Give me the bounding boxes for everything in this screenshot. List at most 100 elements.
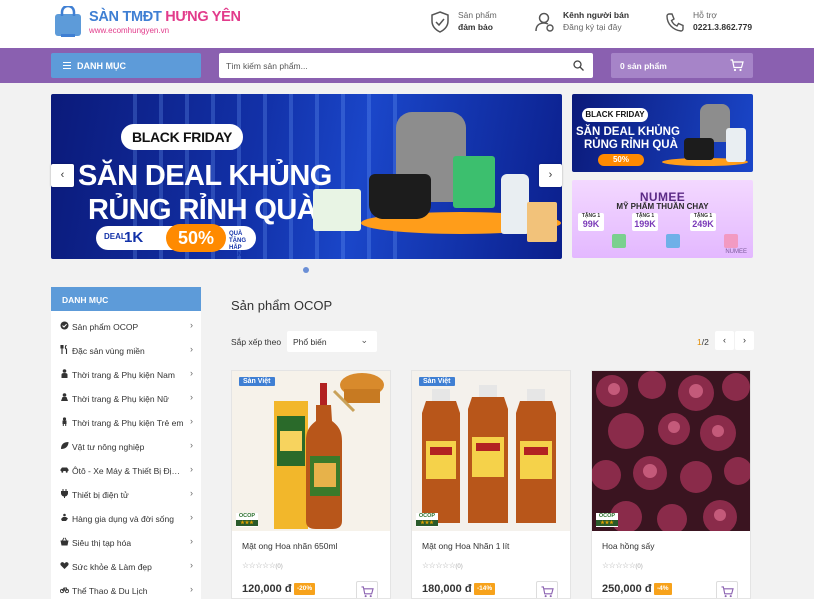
category-menu-button[interactable]: DANH MỤC	[51, 53, 201, 78]
sidebar-item-ocop[interactable]: Sản phẩm OCOP ›	[51, 314, 201, 338]
search-input[interactable]	[226, 58, 556, 73]
bicycle-icon	[60, 587, 69, 594]
rating-stars: ☆☆☆☆☆(0)	[242, 561, 283, 570]
chevron-down-icon: ⌄	[360, 335, 368, 345]
sidebar-item-electronics[interactable]: Thiết bị điện tử ›	[51, 482, 201, 506]
phone-icon	[666, 13, 684, 32]
feature-guarantee: Sản phẩm đảm bảo	[430, 9, 510, 39]
product-image	[666, 234, 680, 248]
shopping-bag-icon	[55, 6, 81, 37]
product-image[interactable]	[232, 371, 390, 531]
product-image	[724, 234, 738, 248]
product-card[interactable]: OCOP ★★★ Hoa hồng sấy ☆☆☆☆☆(0) 250,000 đ …	[591, 370, 751, 599]
sidebar-item-vehicles[interactable]: Ôtô - Xe Máy & Thiết Bị Định vị ›	[51, 458, 201, 482]
product-card[interactable]: Sàn Việt OCOP ★★★ Mật ong Hoa nhãn 650ml …	[231, 370, 391, 599]
cart-icon	[361, 586, 374, 598]
banner-headline-2: RỦNG RỈNH QUÀ	[88, 194, 318, 226]
logo-title: SÀN TMĐT HƯNG YÊN	[89, 9, 241, 25]
chevron-right-icon: ›	[190, 392, 193, 402]
top-header: SÀN TMĐT HƯNG YÊN www.ecomhungyen.vn Sản…	[0, 0, 814, 48]
feature-support[interactable]: Hỗ trợ 0221.3.862.779	[665, 9, 755, 39]
sidebar-item-health-beauty[interactable]: Sức khỏe & Làm đẹp ›	[51, 554, 201, 578]
carousel-dot[interactable]	[303, 267, 309, 273]
chevron-right-icon: ›	[190, 464, 193, 474]
rating-stars: ☆☆☆☆☆(0)	[422, 561, 463, 570]
feature-seller-channel[interactable]: Kênh người bán Đăng ký tại đây	[535, 9, 635, 39]
banner-headline-1: SĂN DEAL KHỦNG	[78, 160, 332, 192]
side-banner-numee[interactable]: NUMEE MỸ PHẨM THUẦN CHAY TẶNG 1 99K TẶNG …	[572, 180, 753, 258]
car-icon	[60, 467, 69, 473]
cart-icon	[721, 586, 734, 598]
category-sidebar-title: DANH MỤC	[51, 287, 201, 311]
honey-bottle-image	[232, 371, 390, 531]
sort-select[interactable]: Phổ biến ⌄	[287, 331, 377, 352]
add-to-cart-button[interactable]	[716, 581, 738, 598]
chevron-right-icon: ›	[190, 488, 193, 498]
section-title: Sản phẩm OCOP	[231, 298, 333, 313]
shield-check-icon	[431, 11, 449, 33]
chevron-left-icon: ‹	[723, 335, 726, 345]
chevron-right-icon: ›	[190, 440, 193, 450]
product-price: 120,000 đ	[242, 583, 292, 595]
cart-button[interactable]: 0 sản phẩm	[611, 53, 753, 78]
product-image	[501, 174, 529, 234]
next-page-button[interactable]: ›	[735, 331, 754, 350]
product-image	[369, 174, 431, 219]
chevron-right-icon: ›	[190, 416, 193, 426]
hand-icon	[61, 513, 68, 521]
product-name[interactable]: Mật ong Hoa nhãn 650ml	[242, 541, 337, 551]
category-sidebar: DANH MỤC Sản phẩm OCOP › Đặc sản vùng miề…	[51, 287, 201, 599]
sidebar-item-women-fashion[interactable]: Thời trang & Phụ kiện Nữ ›	[51, 386, 201, 410]
product-price: 250,000 đ	[602, 583, 652, 595]
chevron-right-icon: ›	[190, 512, 193, 522]
cart-icon	[541, 586, 554, 598]
add-to-cart-button[interactable]	[356, 581, 378, 598]
heart-icon	[60, 562, 69, 569]
honey-jugs-image	[412, 371, 570, 531]
cart-icon	[730, 59, 744, 72]
product-image[interactable]	[592, 371, 750, 531]
sidebar-item-kids-fashion[interactable]: Thời trang & Phụ kiện Trẻ em ›	[51, 410, 201, 434]
add-to-cart-button[interactable]	[536, 581, 558, 598]
side-banner-black-friday[interactable]: BLACK FRIDAY SĂN DEAL KHỦNG RỦNG RỈNH QU…	[572, 94, 753, 172]
product-image	[684, 138, 714, 160]
page-indicator: 1/2	[697, 337, 709, 347]
sidebar-item-specialties[interactable]: Đặc sản vùng miền ›	[51, 338, 201, 362]
sidebar-item-grocery[interactable]: Siêu thị tạp hóa ›	[51, 530, 201, 554]
chevron-right-icon: ›	[190, 320, 193, 330]
dried-roses-image	[592, 371, 750, 531]
sidebar-item-sports-travel[interactable]: Thể Thao & Du Lịch ›	[51, 578, 201, 599]
sidebar-item-household[interactable]: Hàng gia dụng và đời sống ›	[51, 506, 201, 530]
utensils-icon	[60, 345, 68, 354]
discount-badge: -4%	[654, 583, 672, 595]
leaf-icon	[61, 442, 69, 449]
sort-label: Sắp xếp theo	[231, 337, 282, 347]
product-price: 180,000 đ	[422, 583, 472, 595]
banner-next-button[interactable]: ›	[539, 164, 562, 187]
prev-page-button[interactable]: ‹	[715, 331, 734, 350]
ocop-badge: OCOP ★★★	[596, 513, 618, 527]
product-tag: Sàn Việt	[239, 377, 275, 386]
rating-stars: ☆☆☆☆☆(0)	[602, 561, 643, 570]
sidebar-item-agriculture[interactable]: Vật tư nông nghiệp ›	[51, 434, 201, 458]
chevron-right-icon: ›	[743, 335, 746, 345]
badge-check-icon	[60, 321, 69, 330]
hero-banner[interactable]: BLACK FRIDAY SĂN DEAL KHỦNG RỦNG RỈNH QU…	[51, 94, 562, 259]
product-name[interactable]: Mật ong Hoa Nhãn 1 lít	[422, 541, 509, 551]
logo-url: www.ecomhungyen.vn	[89, 26, 170, 35]
product-image	[612, 234, 626, 248]
hamburger-icon	[63, 62, 71, 71]
product-image	[453, 156, 495, 208]
sidebar-item-men-fashion[interactable]: Thời trang & Phụ kiện Nam ›	[51, 362, 201, 386]
banner-prev-button[interactable]: ‹	[51, 164, 74, 187]
product-name[interactable]: Hoa hồng sấy	[602, 541, 654, 551]
deal-pill: DEAL 1K 50% QUÀ TẶNG HẤP DẪN	[96, 224, 256, 258]
product-card[interactable]: Sàn Việt OCOP ★★★ Mật ong Hoa Nhãn 1 lít …	[411, 370, 571, 599]
chevron-right-icon: ›	[190, 536, 193, 546]
product-image[interactable]	[412, 371, 570, 531]
product-tag: Sàn Việt	[419, 377, 455, 386]
search-box	[219, 53, 593, 78]
ocop-badge: OCOP ★★★	[416, 513, 438, 527]
search-icon[interactable]	[573, 60, 584, 71]
site-logo[interactable]: SÀN TMĐT HƯNG YÊN www.ecomhungyen.vn	[51, 6, 241, 42]
